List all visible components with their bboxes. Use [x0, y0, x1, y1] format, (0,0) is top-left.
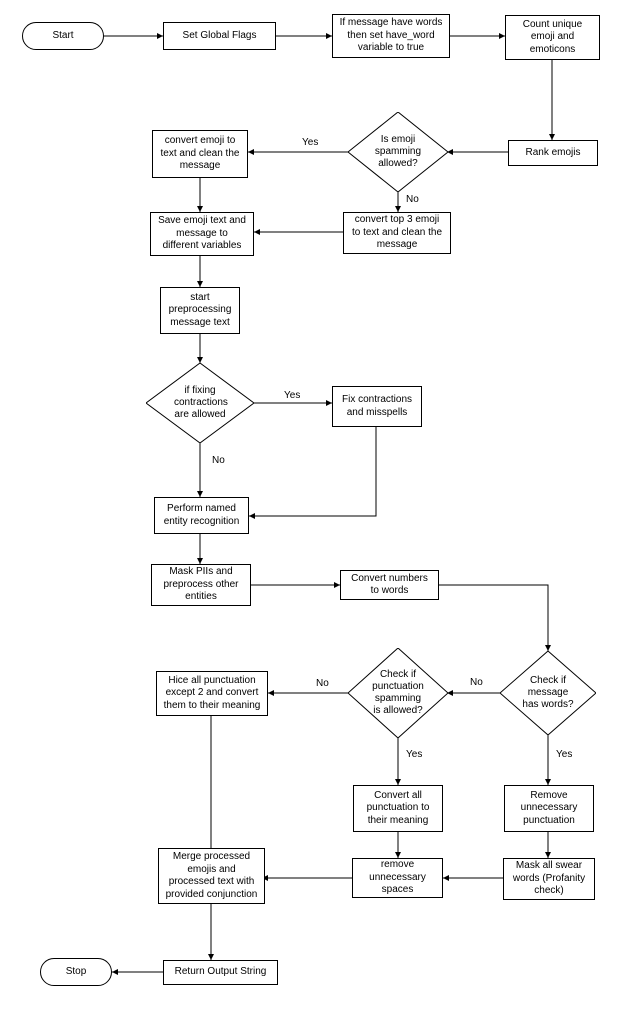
has-words-node: If message have words then set have_word…: [332, 14, 450, 58]
mask-pii-node: Mask PIIs and preprocess other entities: [151, 564, 251, 606]
mask-pii-text: Mask PIIs and preprocess other entities: [158, 566, 244, 604]
fix-allowed-text: if fixing contractions are allowed: [160, 385, 240, 421]
punct-allowed-decision: Check if punctuation spamming is allowed…: [348, 648, 448, 738]
label-yes-3: Yes: [556, 749, 572, 760]
merge-node: Merge processed emojis and processed tex…: [158, 848, 265, 904]
start-pre-text: start preprocessing message text: [167, 292, 233, 330]
convert-all-text: convert emoji to text and clean the mess…: [159, 135, 241, 173]
has-words-text: If message have words then set have_word…: [339, 17, 443, 55]
hice-punct-node: Hice all punctuation except 2 and conver…: [156, 671, 268, 716]
spam-allowed-text: Is emoji spamming allowed?: [358, 134, 438, 170]
save-vars-text: Save emoji text and message to different…: [157, 215, 247, 253]
start-text: Start: [52, 30, 73, 43]
conv-punct-text: Convert all punctuation to their meaning: [360, 790, 436, 828]
save-vars-node: Save emoji text and message to different…: [150, 212, 254, 256]
msg-has-words-text: Check if message has words?: [508, 675, 588, 711]
convert-top3-node: convert top 3 emoji to text and clean th…: [343, 212, 451, 254]
label-no-4: No: [316, 678, 329, 689]
remove-punct-text: Remove unnecessary punctuation: [511, 790, 587, 828]
rank-emoji-node: Rank emojis: [508, 140, 598, 166]
count-emoji-text: Count unique emoji and emoticons: [512, 19, 593, 57]
label-yes-4: Yes: [406, 749, 422, 760]
label-yes-2: Yes: [284, 390, 300, 401]
return-text: Return Output String: [175, 966, 267, 979]
fix-allowed-decision: if fixing contractions are allowed: [146, 363, 254, 443]
set-flags-node: Set Global Flags: [163, 22, 276, 50]
ner-node: Perform named entity recognition: [154, 497, 249, 534]
msg-has-words-decision: Check if message has words?: [500, 651, 596, 735]
num-to-words-node: Convert numbers to words: [340, 570, 439, 600]
convert-all-node: convert emoji to text and clean the mess…: [152, 130, 248, 178]
spam-allowed-decision: Is emoji spamming allowed?: [348, 112, 448, 192]
start-pre-node: start preprocessing message text: [160, 287, 240, 334]
mask-swear-node: Mask all swear words (Profanity check): [503, 858, 595, 900]
conv-punct-node: Convert all punctuation to their meaning: [353, 785, 443, 832]
stop-text: Stop: [66, 966, 87, 979]
start-node: Start: [22, 22, 104, 50]
merge-text: Merge processed emojis and processed tex…: [165, 851, 258, 901]
remove-punct-node: Remove unnecessary punctuation: [504, 785, 594, 832]
stop-node: Stop: [40, 958, 112, 986]
ner-text: Perform named entity recognition: [161, 503, 242, 528]
label-yes-1: Yes: [302, 137, 318, 148]
remove-spaces-text: remove unnecessary spaces: [359, 859, 436, 897]
count-emoji-node: Count unique emoji and emoticons: [505, 15, 600, 60]
rank-emoji-text: Rank emojis: [525, 147, 580, 160]
hice-punct-text: Hice all punctuation except 2 and conver…: [163, 675, 261, 713]
fix-contr-text: Fix contractions and misspells: [339, 394, 415, 419]
mask-swear-text: Mask all swear words (Profanity check): [510, 860, 588, 898]
num-to-words-text: Convert numbers to words: [347, 573, 432, 598]
return-node: Return Output String: [163, 960, 278, 985]
convert-top3-text: convert top 3 emoji to text and clean th…: [350, 214, 444, 252]
label-no-2: No: [212, 455, 225, 466]
label-no-1: No: [406, 194, 419, 205]
label-no-3: No: [470, 677, 483, 688]
set-flags-text: Set Global Flags: [183, 30, 257, 43]
punct-allowed-text: Check if punctuation spamming is allowed…: [358, 669, 438, 717]
remove-spaces-node: remove unnecessary spaces: [352, 858, 443, 898]
fix-contr-node: Fix contractions and misspells: [332, 386, 422, 427]
